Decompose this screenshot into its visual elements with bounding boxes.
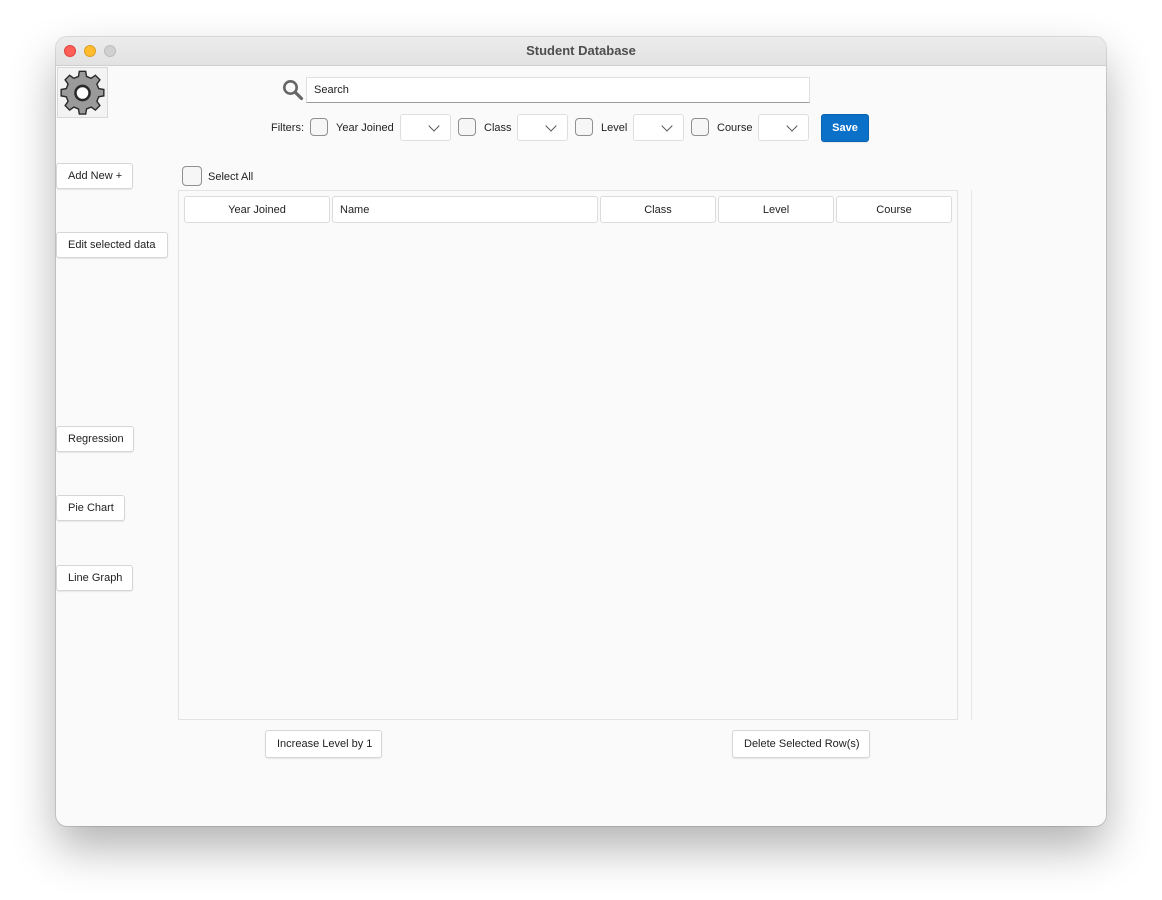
regression-button[interactable]: Regression [56,426,134,452]
delete-rows-button[interactable]: Delete Selected Row(s) [732,730,870,758]
column-header-course[interactable]: Course [836,196,952,223]
pie-chart-button[interactable]: Pie Chart [56,495,125,521]
edit-selected-button[interactable]: Edit selected data [56,232,168,258]
filter-course-label: Course [717,122,753,134]
save-button[interactable]: Save [821,114,869,142]
filter-class-label: Class [484,122,512,134]
search-input[interactable] [306,77,810,103]
filter-class-checkbox[interactable] [458,118,476,136]
table-scrollbar[interactable] [958,190,972,720]
settings-button[interactable] [57,67,108,118]
chevron-down-icon [786,120,798,132]
column-header-name[interactable]: Name [332,196,598,223]
filter-level-checkbox[interactable] [575,118,593,136]
window-title: Student Database [526,43,636,58]
column-header-year-joined[interactable]: Year Joined [184,196,330,223]
filter-course-dropdown[interactable] [758,114,809,141]
gear-icon [60,70,105,115]
chevron-down-icon [545,120,557,132]
filter-level-dropdown[interactable] [633,114,684,141]
filter-level-label: Level [601,122,628,134]
column-header-level[interactable]: Level [718,196,834,223]
add-new-button[interactable]: Add New + [56,163,133,189]
filter-year-joined-label: Year Joined [336,122,394,134]
filters-label: Filters: [271,122,304,134]
search-icon [283,80,304,101]
filter-class-dropdown[interactable] [517,114,568,141]
filter-year-joined-checkbox[interactable] [310,118,328,136]
title-bar: Student Database [56,37,1106,66]
increase-level-button[interactable]: Increase Level by 1 [265,730,382,758]
app-window: Student Database Filters: Year Joined Cl… [56,37,1106,826]
filter-course-checkbox[interactable] [691,118,709,136]
data-table[interactable]: Year Joined Name Class Level Course [178,190,958,720]
column-header-class[interactable]: Class [600,196,716,223]
select-all-checkbox[interactable] [182,166,202,186]
chevron-down-icon [661,120,673,132]
filter-year-joined-dropdown[interactable] [400,114,451,141]
chevron-down-icon [428,120,440,132]
select-all-label: Select All [208,171,254,183]
line-graph-button[interactable]: Line Graph [56,565,133,591]
